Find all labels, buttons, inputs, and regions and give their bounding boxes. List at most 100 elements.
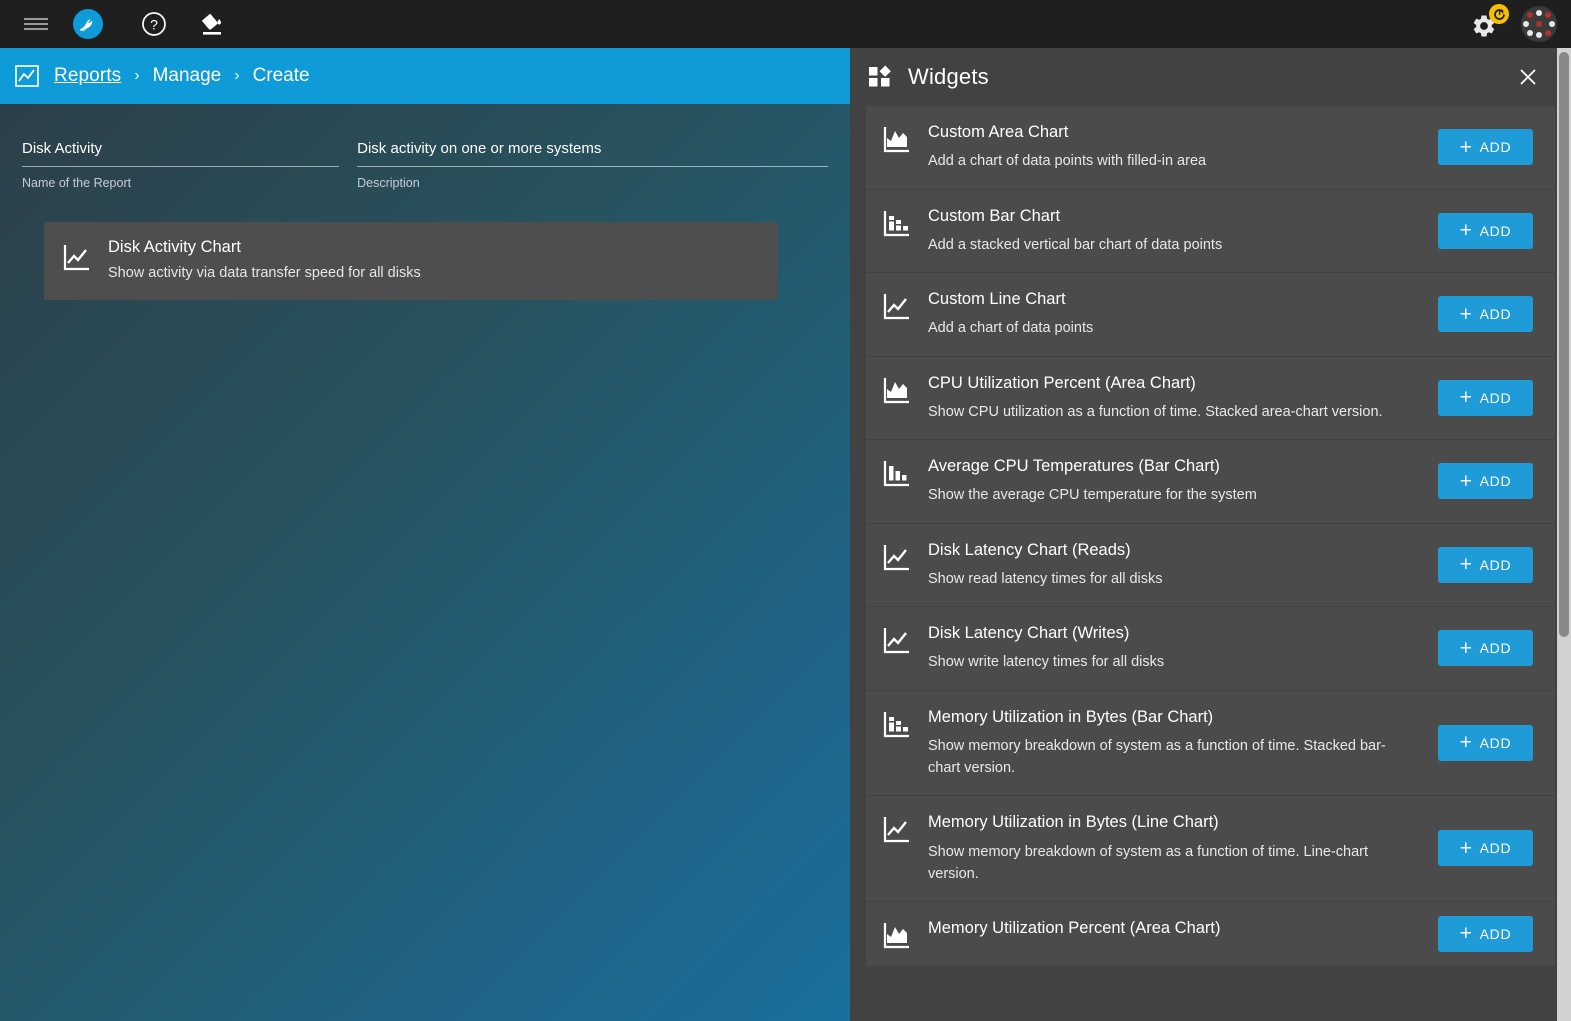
widget-list-item[interactable]: Memory Utilization in Bytes (Bar Chart) S… <box>866 690 1555 797</box>
widget-list-item[interactable]: CPU Utilization Percent (Area Chart) Show… <box>866 356 1555 440</box>
breadcrumb-item-create: Create <box>252 65 310 86</box>
add-widget-button[interactable]: + ADD <box>1438 546 1533 583</box>
line-chart-icon <box>882 814 912 844</box>
add-widget-button[interactable]: + ADD <box>1438 915 1533 952</box>
report-description-label: Description <box>357 176 420 190</box>
help-circle-icon[interactable]: ? <box>130 0 178 48</box>
add-widget-label: ADD <box>1479 840 1512 857</box>
svg-text:?: ? <box>150 17 158 33</box>
widgets-panel-title: Widgets <box>908 64 989 89</box>
widget-item-title: Memory Utilization in Bytes (Bar Chart) <box>928 707 1214 726</box>
area-chart-icon <box>882 920 912 950</box>
widget-item-subtitle: Add a chart of data points <box>928 320 1094 337</box>
close-icon[interactable] <box>1515 64 1541 90</box>
plus-icon: + <box>1459 469 1473 493</box>
widget-item-title: CPU Utilization Percent (Area Chart) <box>928 373 1196 392</box>
line-chart-icon <box>882 625 912 655</box>
widgets-grid-icon <box>868 65 892 89</box>
widget-item-subtitle: Show memory breakdown of system as a fun… <box>928 737 1386 776</box>
line-chart-icon <box>882 291 912 321</box>
report-create-pane: Reports › Manage › Create Disk Activity … <box>0 48 850 1021</box>
panel-scrollbar-thumb[interactable] <box>1559 52 1569 637</box>
plus-icon: + <box>1459 636 1473 660</box>
report-name-field: Disk Activity Name of the Report <box>22 140 340 190</box>
add-widget-label: ADD <box>1479 640 1512 657</box>
add-widget-label: ADD <box>1479 473 1512 490</box>
widget-item-subtitle: Show the average CPU temperature for the… <box>928 487 1257 504</box>
paint-bucket-icon[interactable] <box>188 0 236 48</box>
selected-widget-title: Disk Activity Chart <box>108 238 241 256</box>
plus-icon: + <box>1459 386 1473 410</box>
add-widget-button[interactable]: + ADD <box>1438 463 1533 500</box>
stacked-bar-chart-icon <box>882 709 912 739</box>
top-app-bar: ? <box>0 0 1571 48</box>
widget-item-title: Memory Utilization in Bytes (Line Chart) <box>928 813 1219 832</box>
add-widget-button[interactable]: + ADD <box>1438 129 1533 166</box>
area-chart-icon <box>882 375 912 405</box>
line-chart-icon <box>62 242 92 272</box>
breadcrumb: Reports › Manage › Create <box>0 48 850 104</box>
widget-list-item[interactable]: Average CPU Temperatures (Bar Chart) Show… <box>866 440 1555 524</box>
report-name-input[interactable]: Disk Activity <box>22 140 340 167</box>
hamburger-menu-icon[interactable] <box>12 0 60 48</box>
add-widget-label: ADD <box>1479 306 1512 323</box>
widget-item-subtitle: Show write latency times for all disks <box>928 654 1165 671</box>
topbar-actions <box>1467 0 1557 48</box>
widget-item-title: Disk Latency Chart (Writes) <box>928 624 1130 642</box>
widget-list-item[interactable]: Memory Utilization Percent (Area Chart) +… <box>866 901 1555 967</box>
report-description-field: Disk activity on one or more systems Des… <box>357 140 828 190</box>
add-widget-label: ADD <box>1479 734 1512 751</box>
report-name-label: Name of the Report <box>22 176 132 190</box>
bar-chart-icon <box>882 458 912 488</box>
add-widget-label: ADD <box>1479 139 1512 156</box>
widget-item-subtitle: Show CPU utilization as a function of ti… <box>928 403 1383 420</box>
line-chart-icon <box>882 542 912 572</box>
breadcrumb-link-reports[interactable]: Reports <box>54 65 121 87</box>
user-avatar-icon[interactable] <box>1521 6 1557 42</box>
breadcrumb-separator: › <box>234 67 240 84</box>
report-description-input[interactable]: Disk activity on one or more systems <box>357 140 828 167</box>
breadcrumb-separator: › <box>134 67 140 84</box>
widget-item-title: Custom Area Chart <box>928 123 1069 141</box>
widget-list-item[interactable]: Custom Line Chart Add a chart of data poi… <box>866 273 1555 357</box>
add-widget-label: ADD <box>1479 389 1512 406</box>
selected-widget-card[interactable]: Disk Activity Chart Show activity via da… <box>44 222 778 300</box>
widget-list-item[interactable]: Disk Latency Chart (Reads) Show read late… <box>866 523 1555 607</box>
widgets-panel: Widgets Custom Area Chart Add a chart of … <box>850 48 1571 1021</box>
add-widget-button[interactable]: + ADD <box>1438 724 1533 761</box>
plus-icon: + <box>1459 302 1473 326</box>
plus-icon: + <box>1459 922 1473 946</box>
add-widget-label: ADD <box>1479 556 1512 573</box>
add-widget-button[interactable]: + ADD <box>1438 379 1533 416</box>
widgets-panel-header: Widgets <box>850 48 1571 106</box>
widget-list-item[interactable]: Custom Bar Chart Add a stacked vertical b… <box>866 189 1555 273</box>
add-widget-button[interactable]: + ADD <box>1438 212 1533 249</box>
update-available-badge-icon <box>1489 4 1509 24</box>
plus-icon: + <box>1459 731 1473 755</box>
widget-item-subtitle: Show memory breakdown of system as a fun… <box>928 843 1369 882</box>
widget-list-item[interactable]: Disk Latency Chart (Writes) Show write la… <box>866 607 1555 691</box>
area-chart-icon <box>882 124 912 154</box>
add-widget-button[interactable]: + ADD <box>1438 296 1533 333</box>
plus-icon: + <box>1459 219 1473 243</box>
plus-icon: + <box>1459 553 1473 577</box>
plus-icon: + <box>1459 836 1473 860</box>
add-widget-button[interactable]: + ADD <box>1438 830 1533 867</box>
widget-item-title: Memory Utilization Percent (Area Chart) <box>928 918 1221 937</box>
widget-item-title: Average CPU Temperatures (Bar Chart) <box>928 457 1220 475</box>
gear-icon[interactable] <box>1467 4 1509 44</box>
report-form: Disk Activity Name of the Report Disk ac… <box>0 104 850 190</box>
widgets-list[interactable]: Custom Area Chart Add a chart of data poi… <box>850 106 1571 1021</box>
breadcrumb-item-manage[interactable]: Manage <box>153 65 222 87</box>
widget-item-subtitle: Add a stacked vertical bar chart of data… <box>928 236 1223 253</box>
widget-list-item[interactable]: Custom Area Chart Add a chart of data poi… <box>866 106 1555 190</box>
plus-icon: + <box>1459 135 1473 159</box>
selected-widget-subtitle: Show activity via data transfer speed fo… <box>108 265 421 281</box>
widget-item-subtitle: Add a chart of data points with filled-i… <box>928 153 1207 170</box>
add-widget-label: ADD <box>1479 222 1512 239</box>
widget-list-item[interactable]: Memory Utilization in Bytes (Line Chart)… <box>866 796 1555 902</box>
widget-item-title: Disk Latency Chart (Reads) <box>928 540 1131 559</box>
report-chart-icon <box>14 63 40 89</box>
add-widget-button[interactable]: + ADD <box>1438 630 1533 667</box>
truenas-logo-icon[interactable] <box>64 0 112 48</box>
